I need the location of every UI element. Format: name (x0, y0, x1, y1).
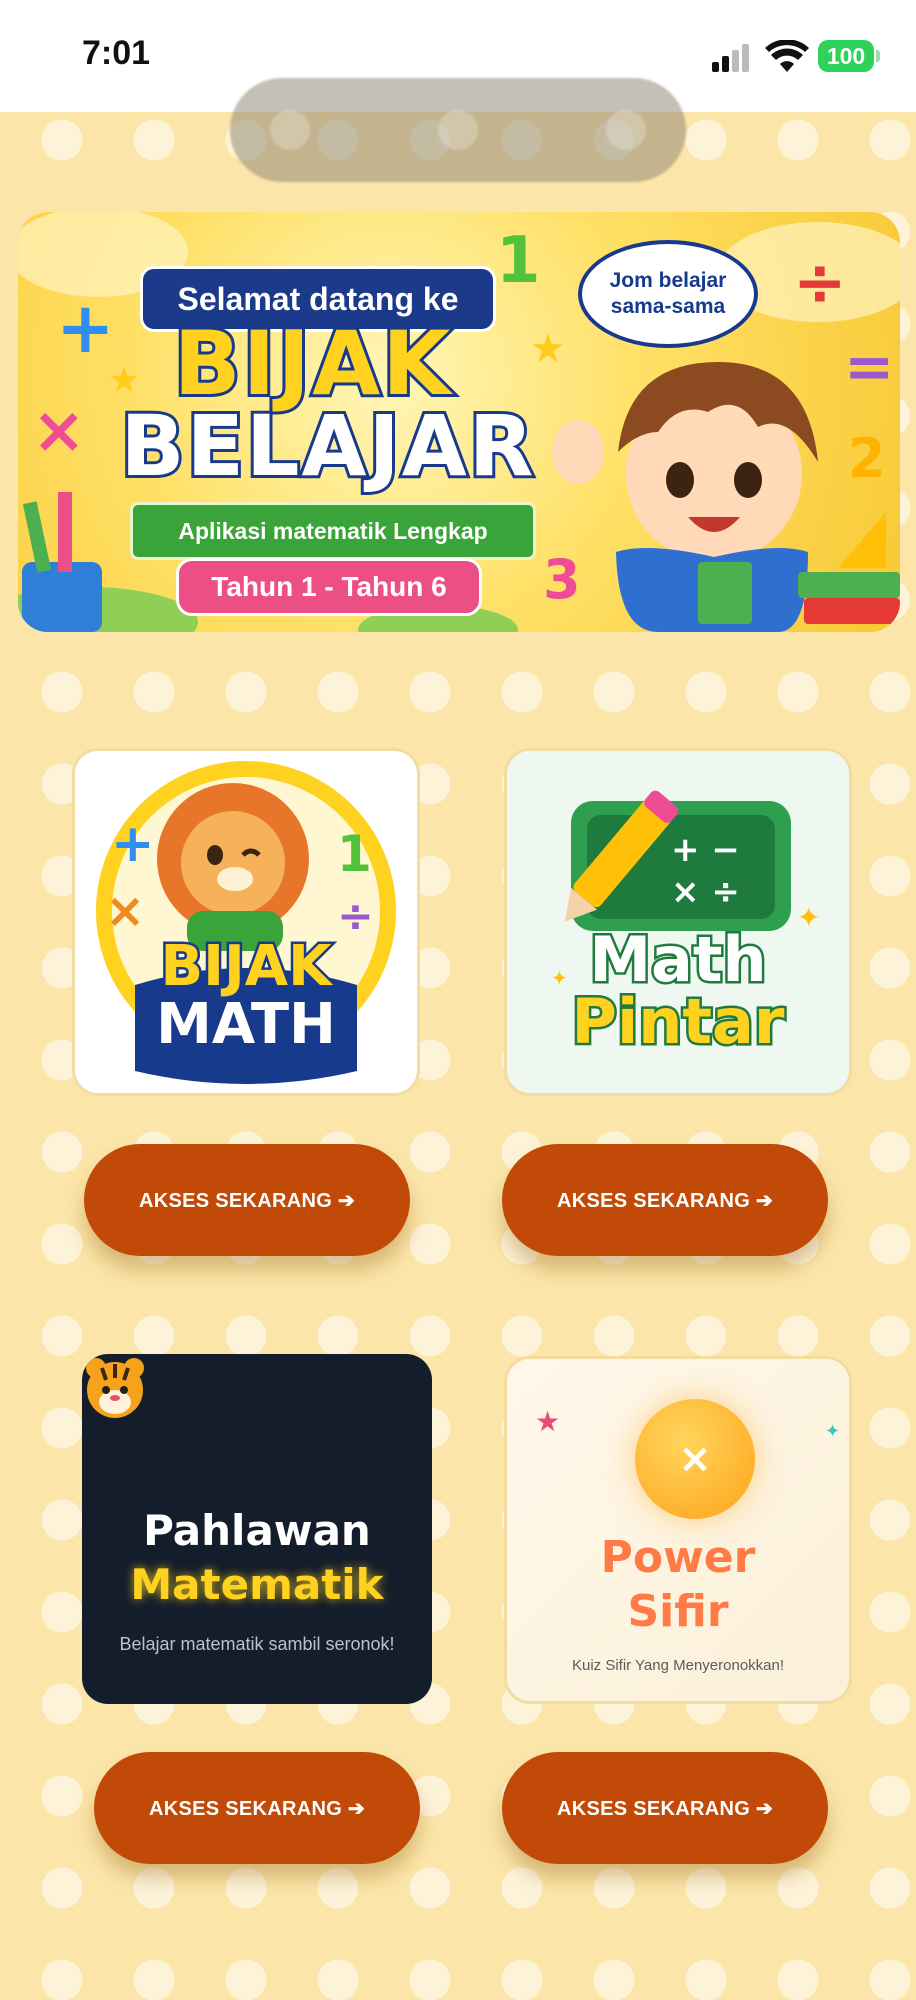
banner-tagline: Aplikasi matematik Lengkap (130, 502, 536, 560)
status-time: 7:01 (82, 34, 151, 72)
power-sifir-title-line1: Power (600, 1532, 756, 1583)
svg-text:=: = (844, 332, 894, 402)
pahlawan-subtitle: Belajar matematik sambil seronok! (119, 1634, 395, 1654)
svg-text:1: 1 (337, 825, 372, 883)
svg-text:3: 3 (543, 548, 581, 611)
svg-text:×: × (105, 883, 145, 939)
wifi-icon (765, 40, 809, 72)
bijak-math-title-line2: MATH (154, 992, 339, 1057)
banner-years-badge: Tahun 1 - Tahun 6 (176, 558, 482, 616)
power-sifir-access-button[interactable]: AKSES SEKARANG ➔ (502, 1752, 828, 1864)
svg-text:✦: ✦ (825, 1421, 840, 1442)
pahlawan-matematik-access-button[interactable]: AKSES SEKARANG ➔ (94, 1752, 420, 1864)
battery-icon: 100 (818, 40, 880, 72)
power-sifir-title-line2: Sifir (627, 1586, 729, 1637)
pahlawan-matematik-card[interactable]: Pahlawan Matematik Belajar matematik sam… (82, 1354, 432, 1704)
svg-text:÷: ÷ (793, 246, 847, 320)
welcome-banner: + × 1 ÷ = 2 3 ★ ★ Selamat datang ke BIJA… (18, 212, 900, 632)
tiger-emoji-icon (86, 1358, 144, 1418)
math-pintar-title-line2: Pintar (569, 985, 787, 1058)
pahlawan-title-line1: Pahlawan (143, 1506, 371, 1555)
cellular-signal-icon (712, 44, 752, 72)
svg-text:1: 1 (496, 224, 541, 298)
math-pintar-access-button[interactable]: AKSES SEKARANG ➔ (502, 1144, 828, 1256)
power-sifir-title: Power Sifir (507, 1531, 849, 1639)
blurred-nav-pill[interactable] (230, 78, 686, 182)
svg-text:2: 2 (848, 427, 886, 490)
svg-text:+: + (56, 287, 115, 369)
svg-text:+: + (111, 814, 155, 874)
banner-speech-bubble: Jom belajar sama-sama (578, 240, 758, 348)
math-pintar-card[interactable]: + − × ÷ ✦ ✦ Math Pintar (504, 748, 852, 1096)
svg-text:+ −: + − (671, 830, 740, 870)
svg-text:× ÷: × ÷ (671, 872, 740, 912)
power-sifir-subtitle: Kuiz Sifir Yang Menyeronokkan! (571, 1657, 785, 1674)
svg-text:÷: ÷ (337, 891, 374, 942)
multiply-icon: × (635, 1399, 755, 1519)
bijak-math-access-button[interactable]: AKSES SEKARANG ➔ (84, 1144, 410, 1256)
power-sifir-card[interactable]: ★ ✦ × Power Sifir Kuiz Sifir Yang Menyer… (504, 1356, 852, 1704)
math-pintar-title-line1: Math (587, 923, 769, 996)
svg-text:×: × (32, 394, 86, 468)
bijak-math-title-line1: BIJAK (158, 934, 334, 999)
svg-text:★: ★ (535, 1405, 560, 1438)
pahlawan-title-line2: Matematik (130, 1560, 384, 1609)
svg-text:★: ★ (530, 326, 566, 372)
banner-title-line2: BELAJAR (118, 395, 537, 497)
bijak-math-card[interactable]: + × 1 ÷ BIJAK MATH (72, 748, 420, 1096)
